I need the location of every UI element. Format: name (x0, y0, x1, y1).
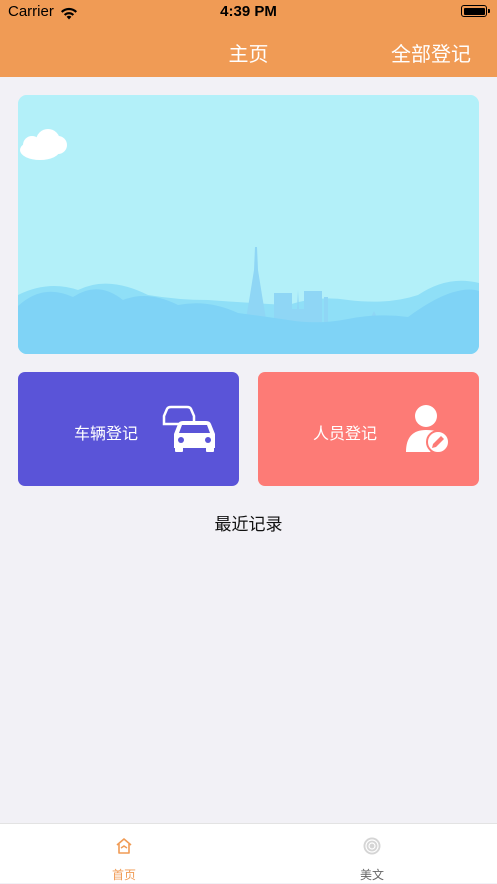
recent-records-title: 最近记录 (214, 515, 283, 535)
status-bar: Carrier 4:39 PM (0, 0, 497, 24)
banner-image (18, 95, 479, 354)
home-icon (114, 836, 134, 860)
target-icon (362, 836, 382, 860)
person-registration-card[interactable]: 人员登记 (258, 372, 479, 486)
person-edit-icon (406, 404, 452, 458)
cars-icon (160, 404, 218, 456)
battery-icon (461, 5, 490, 17)
tab-articles-label: 美文 (359, 868, 384, 882)
vehicle-registration-card[interactable]: 车辆登记 (18, 372, 239, 486)
person-registration-label: 人员登记 (313, 424, 378, 443)
tab-articles[interactable]: 美文 (312, 824, 432, 884)
vehicle-registration-label: 车辆登记 (74, 424, 139, 443)
navigation-header: Carrier 4:39 PM 主页 全部登记 (0, 0, 497, 77)
clock: 4:39 PM (220, 3, 277, 20)
tab-home-label: 首页 (111, 868, 136, 882)
tab-bar: 首页 美文 (0, 823, 497, 883)
tab-home[interactable]: 首页 (64, 824, 184, 884)
all-registrations-button[interactable]: 全部登记 (391, 38, 471, 67)
